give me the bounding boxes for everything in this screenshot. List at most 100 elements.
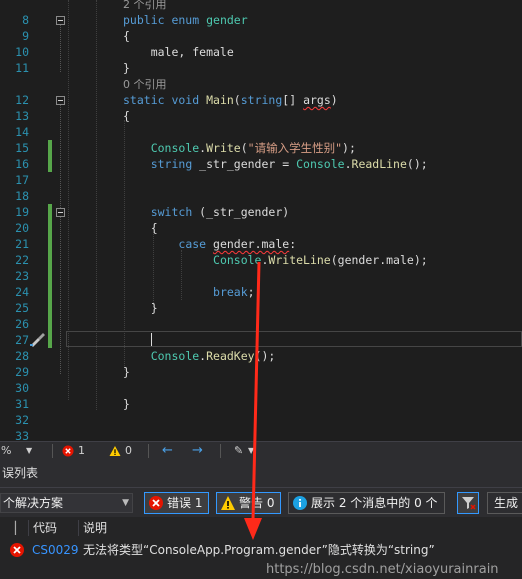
error-list-header: ▏ 代码 说明 [0, 517, 522, 539]
zoom-level[interactable]: % [1, 444, 11, 458]
code-line[interactable]: 25 } [0, 300, 522, 316]
line-number: 33 [15, 429, 29, 441]
error-list-toolbar: 个解决方案 ▼ 错误 1 警告 0 展示 2 个消息中的 0 个 生成 [0, 487, 522, 517]
error-code-link[interactable]: CS0029 [32, 539, 79, 561]
line-number: 24 [15, 285, 29, 299]
line-number: 21 [15, 237, 29, 251]
line-number: 18 [15, 189, 29, 203]
code-text[interactable]: 2 个引用 [123, 0, 167, 12]
line-number: 30 [15, 381, 29, 395]
code-text[interactable]: { [123, 28, 130, 44]
line-number: 28 [15, 349, 29, 363]
code-text[interactable]: static void Main(string[] args) [123, 92, 338, 108]
warning-icon[interactable] [109, 445, 121, 457]
warning-count[interactable]: 0 [125, 444, 132, 458]
code-text[interactable]: } [123, 396, 130, 412]
line-number: 14 [15, 125, 29, 139]
line-number: 17 [15, 173, 29, 187]
scope-dropdown[interactable]: 个解决方案 ▼ [0, 493, 133, 513]
line-number: 32 [15, 413, 29, 427]
error-list-title: 误列表 [0, 459, 522, 487]
code-line[interactable]: 8 public enum gender [0, 12, 522, 28]
code-text[interactable]: { [123, 108, 130, 124]
line-number: 23 [15, 269, 29, 283]
code-line[interactable]: 9{ [0, 28, 522, 44]
filter-icon[interactable] [457, 492, 479, 514]
code-text[interactable]: public enum gender [123, 12, 248, 28]
code-text[interactable]: case gender.male: [123, 236, 296, 252]
messages-filter-label: 展示 2 个消息中的 0 个 [311, 496, 438, 510]
line-number: 29 [15, 365, 29, 379]
line-number: 11 [15, 61, 29, 75]
code-text[interactable]: string _str_gender = Console.ReadLine(); [123, 156, 428, 172]
code-text[interactable]: { [123, 220, 158, 236]
column-header-code[interactable]: 代码 [33, 517, 57, 539]
table-row[interactable]: CS0029 无法将类型“ConsoleApp.Program.gender”隐… [0, 539, 522, 561]
line-number: 10 [15, 45, 29, 59]
code-line[interactable]: 13 { [0, 108, 522, 124]
code-line[interactable]: 26 [0, 316, 522, 332]
code-line[interactable]: 20 { [0, 220, 522, 236]
code-line[interactable]: 19 switch (_str_gender) [0, 204, 522, 220]
code-text[interactable]: } [123, 364, 130, 380]
code-text[interactable]: Console.Write("请输入学生性别"); [123, 140, 356, 156]
code-line[interactable]: 23 [0, 268, 522, 284]
code-text[interactable]: male, female [123, 44, 234, 60]
code-text[interactable]: switch (_str_gender) [123, 204, 289, 220]
code-line[interactable]: 16 string _str_gender = Console.ReadLine… [0, 156, 522, 172]
quick-action-brush-icon[interactable] [28, 331, 46, 347]
code-text[interactable]: 0 个引用 [123, 76, 167, 92]
line-number: 19 [15, 205, 29, 219]
code-line[interactable]: 12 static void Main(string[] args) [0, 92, 522, 108]
info-icon [293, 496, 307, 510]
watermark: https://blog.csdn.net/xiaoyurainrain [266, 562, 499, 577]
line-number: 12 [15, 93, 29, 107]
code-text[interactable]: } [123, 300, 158, 316]
code-line[interactable]: 30 [0, 380, 522, 396]
scope-value: 个解决方案 [3, 496, 64, 510]
code-line[interactable]: 32 [0, 412, 522, 428]
code-line[interactable]: 28 Console.ReadKey(); [0, 348, 522, 364]
error-count[interactable]: 1 [78, 444, 85, 458]
code-text[interactable]: } [123, 60, 130, 76]
messages-filter-button[interactable]: 展示 2 个消息中的 0 个 [288, 492, 445, 514]
code-text[interactable]: Console.ReadKey(); [123, 348, 276, 364]
code-text[interactable]: break; [123, 284, 255, 300]
code-line[interactable]: 22 Console.WriteLine(gender.male); [0, 252, 522, 268]
line-number: 9 [22, 29, 29, 43]
code-editor[interactable]: 2 个引用 8 public enum gender 9{10 male, femal… [0, 0, 522, 441]
zoom-dropdown-icon[interactable]: ▼ [26, 444, 32, 458]
error-icon [10, 543, 24, 557]
code-line[interactable]: 18 [0, 188, 522, 204]
code-line[interactable]: 15 Console.Write("请输入学生性别"); [0, 140, 522, 156]
error-description: 无法将类型“ConsoleApp.Program.gender”隐式转换为“st… [83, 543, 435, 557]
column-header-description[interactable]: 说明 [83, 517, 107, 539]
code-line[interactable]: 2 个引用 [0, 0, 522, 12]
code-line[interactable]: 21 case gender.male: [0, 236, 522, 252]
line-number: 31 [15, 397, 29, 411]
column-filter[interactable]: ▏ [15, 517, 24, 539]
warning-icon [221, 496, 235, 510]
nav-back-icon[interactable]: ← [162, 444, 173, 458]
build-scope-dropdown[interactable]: 生成 [487, 492, 522, 514]
chevron-down-icon: ▼ [122, 498, 129, 508]
nav-forward-icon[interactable]: → [192, 444, 203, 458]
code-line[interactable]: 29} [0, 364, 522, 380]
code-line[interactable]: 24 break; [0, 284, 522, 300]
warnings-filter-button[interactable]: 警告 0 [216, 492, 282, 514]
code-line[interactable]: 17 [0, 172, 522, 188]
line-number: 25 [15, 301, 29, 315]
code-line[interactable]: 31} [0, 396, 522, 412]
errors-filter-label: 错误 1 [167, 496, 203, 510]
code-line[interactable]: 0 个引用 [0, 76, 522, 92]
error-icon[interactable] [62, 445, 74, 457]
errors-filter-button[interactable]: 错误 1 [144, 492, 210, 514]
error-list-panel: 误列表 个解决方案 ▼ 错误 1 警告 0 展示 2 个消息中的 0 个 生成 … [0, 459, 522, 579]
code-line[interactable]: 11} [0, 60, 522, 76]
code-line[interactable]: 33 [0, 428, 522, 441]
code-line[interactable]: 14 [0, 124, 522, 140]
code-line[interactable]: 10 male, female [0, 44, 522, 60]
code-text[interactable]: Console.WriteLine(gender.male); [123, 252, 428, 268]
brush-icon[interactable]: ✎ [234, 444, 243, 458]
brush-dropdown-icon[interactable]: ▼ [248, 444, 254, 458]
